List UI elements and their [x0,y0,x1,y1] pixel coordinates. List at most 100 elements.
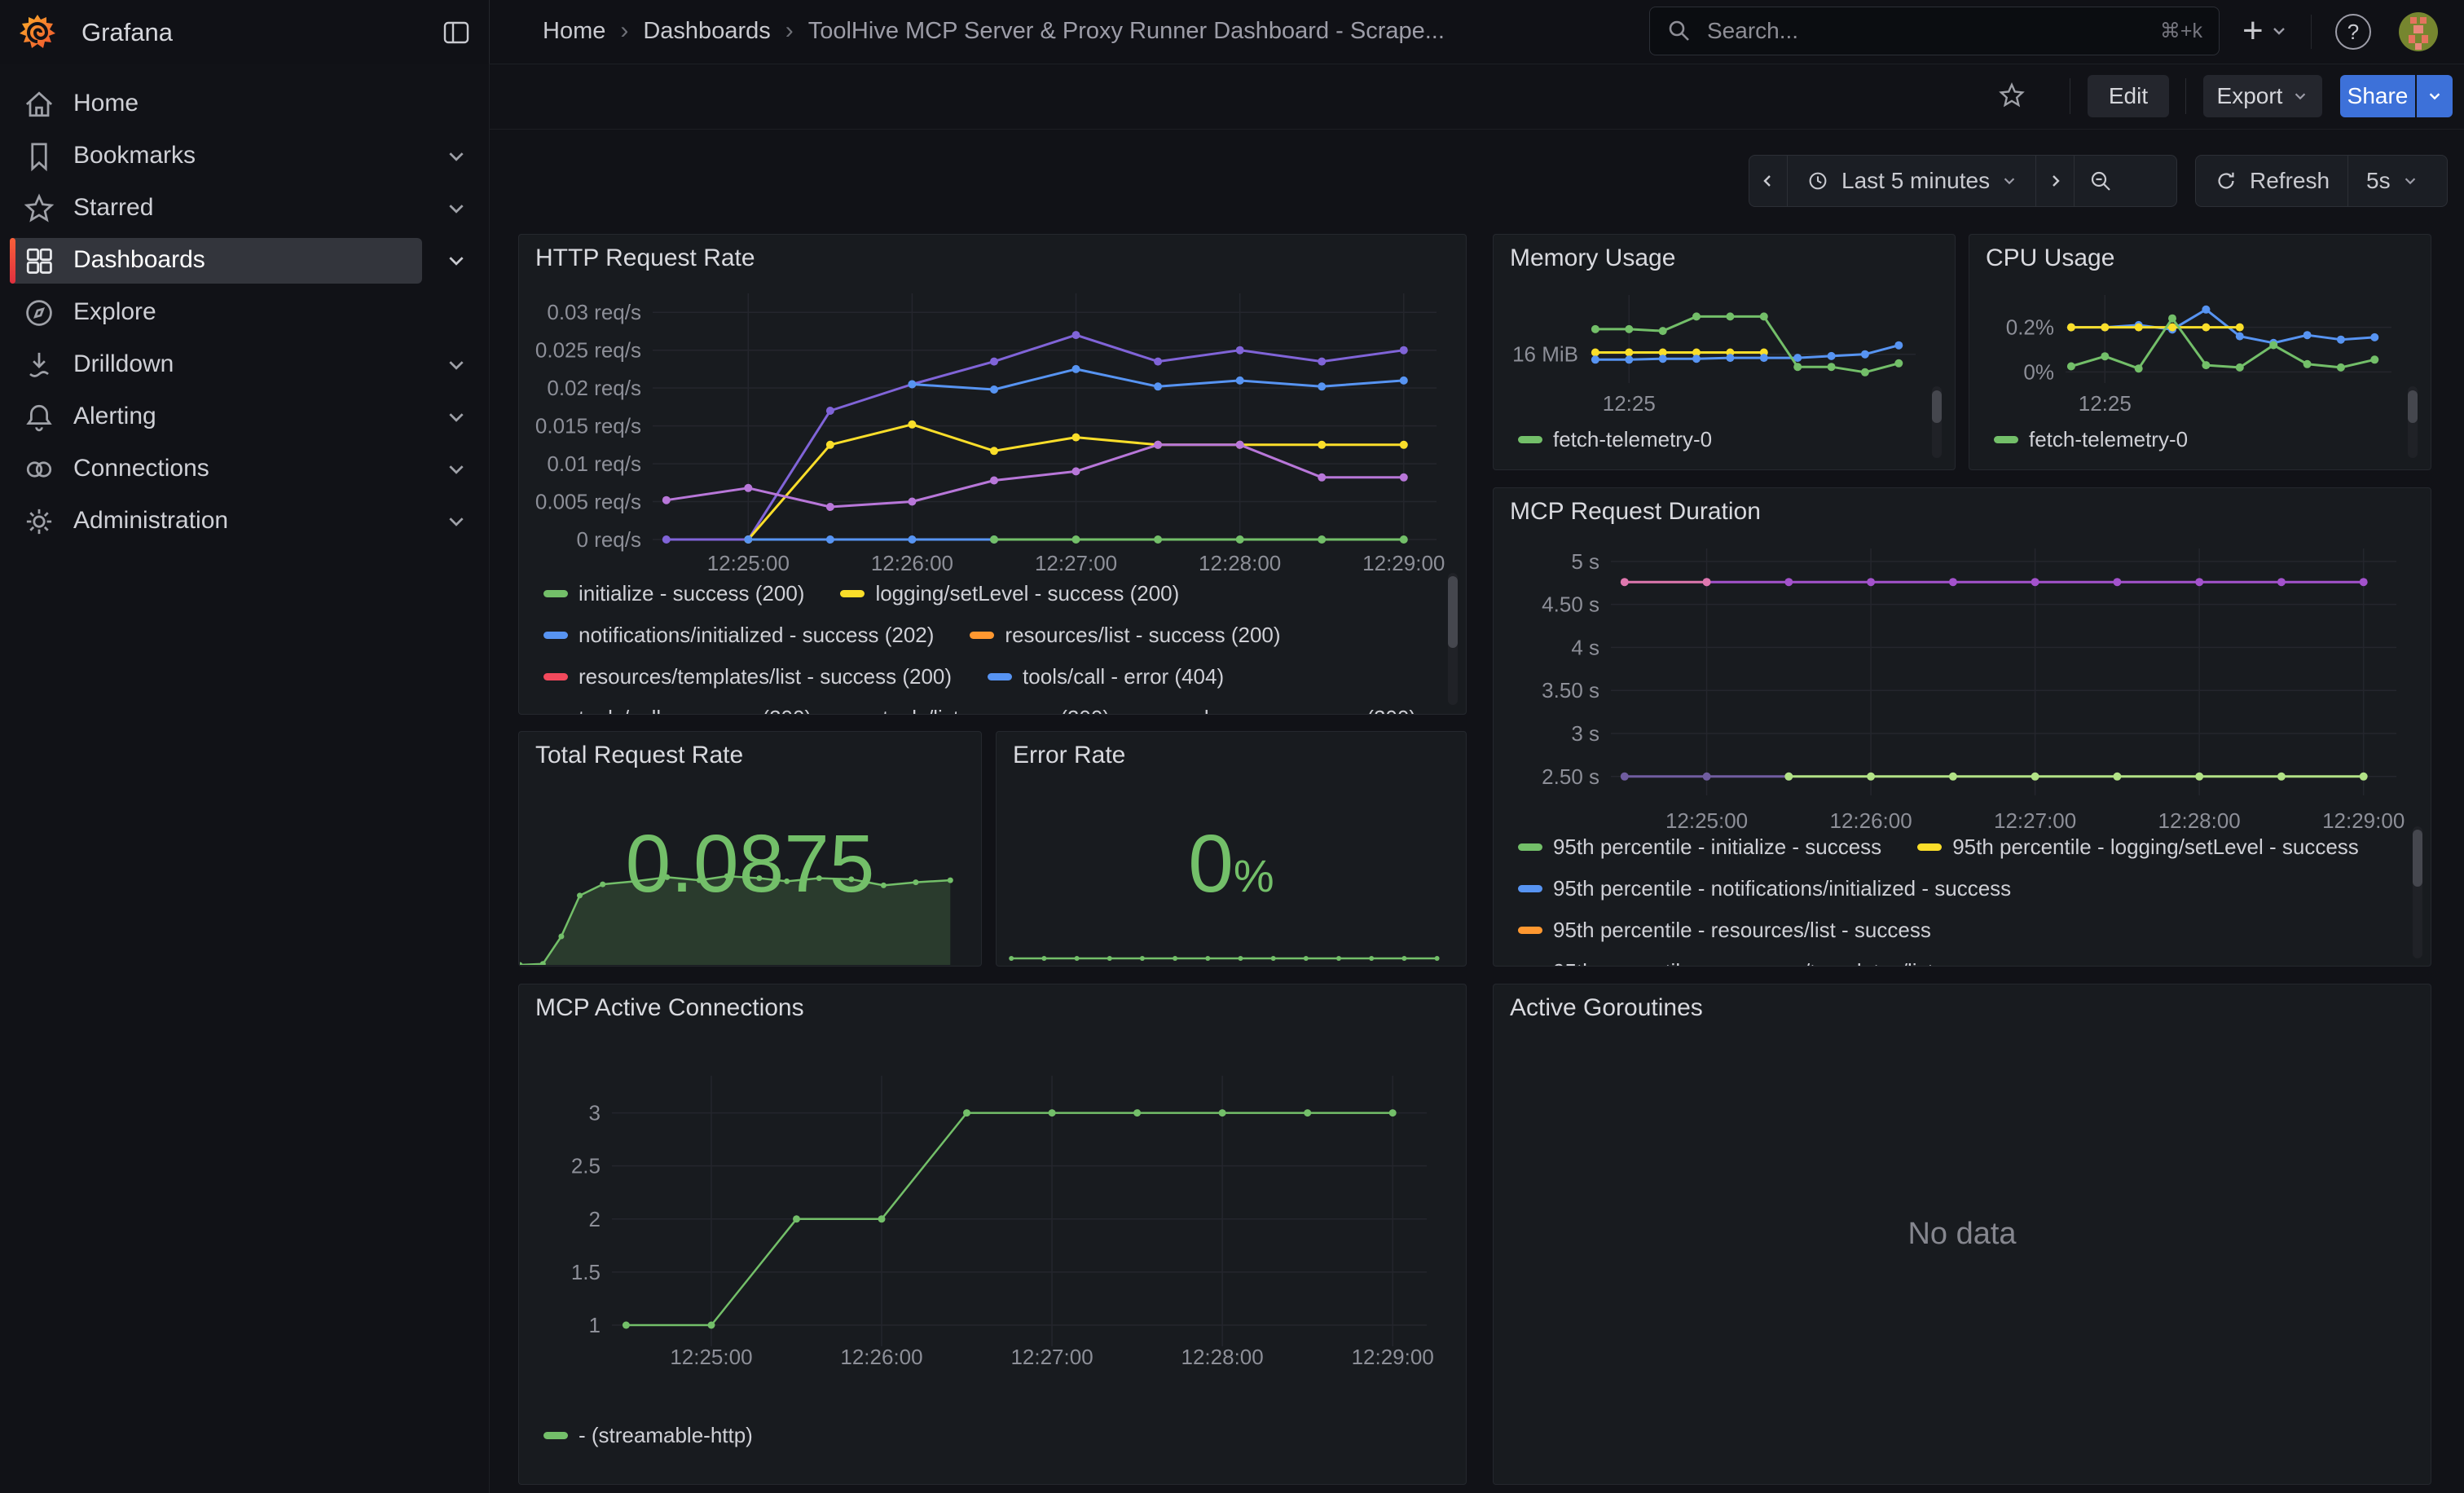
plus-icon: + [2242,8,2264,54]
panel-title[interactable]: MCP Request Duration [1510,498,1761,526]
refresh-label: Refresh [2250,168,2330,194]
sidebar-item-explore[interactable]: Explore [0,290,489,336]
legend-item[interactable]: 95th percentile - notifications/initiali… [1518,876,2011,901]
legend-item[interactable]: resources/templates/list - success (200) [543,664,952,689]
http-request-rate-chart[interactable]: 0 req/s0.005 req/s0.01 req/s0.015 req/s0… [530,282,1456,575]
svg-text:0.01 req/s: 0.01 req/s [547,451,641,476]
svg-text:0.03 req/s: 0.03 req/s [547,300,641,324]
star-icon[interactable] [1996,80,2027,111]
help-icon[interactable]: ? [2335,14,2371,50]
legend-scrollbar[interactable] [1932,386,1942,458]
refresh-interval-label: 5s [2366,168,2391,194]
chevron-down-icon[interactable] [445,197,468,220]
legend-item[interactable]: unknown - success (200) [1146,706,1416,715]
no-data-message: No data [1494,984,2431,1484]
time-forward-button[interactable] [2036,156,2074,206]
panel-title[interactable]: Memory Usage [1510,244,1675,272]
legend-series-color [1518,927,1542,934]
mcp-request-duration-chart[interactable]: 2.50 s3 s3.50 s4 s4.50 s5 s12:25:0012:26… [1505,535,2421,833]
legend-item[interactable]: notifications/initialized - success (202… [543,623,934,648]
legend-series-color [1994,436,2018,443]
svg-text:4.50 s: 4.50 s [1542,592,1599,617]
legend-scrollbar[interactable] [2413,826,2422,958]
memory-usage-chart[interactable]: 16 MiB12:25 [1502,285,1948,416]
panel-http-request-rate: HTTP Request Rate 0 req/s0.005 req/s0.01… [518,234,1467,715]
sidebar-item-drilldown[interactable]: Drilldown [0,342,489,388]
svg-text:12:27:00: 12:27:00 [1994,808,2076,833]
mcp-active-connections-chart[interactable]: 11.522.5312:25:0012:26:0012:27:0012:28:0… [530,1027,1456,1369]
legend-item[interactable]: 95th percentile - resources/templates/li… [1518,959,2029,967]
sidebar-item-dashboards[interactable]: Dashboards [0,238,489,284]
sidebar-item-starred[interactable]: Starred [0,186,489,231]
sidebar-item-alerting[interactable]: Alerting [0,394,489,440]
panel-title[interactable]: CPU Usage [1986,244,2114,272]
legend-item[interactable]: - (streamable-http) [543,1423,753,1448]
sidebar: Home Bookmarks Starred Dashboards Explor… [0,64,490,1493]
legend-scrollbar[interactable] [1448,573,1458,705]
svg-text:12:25:00: 12:25:00 [1665,808,1748,833]
legend-item[interactable]: tools/call - success (200) [543,706,812,715]
export-button[interactable]: Export [2203,75,2322,117]
legend-item[interactable]: fetch-telemetry-0 [1994,427,2188,452]
zoom-out-button[interactable] [2075,156,2127,206]
search-input[interactable] [1705,17,2160,45]
time-range-group: Last 5 minutes [1749,155,2177,207]
legend-item[interactable]: fetch-telemetry-0 [1518,427,1712,452]
edit-button[interactable]: Edit [2088,75,2169,117]
breadcrumb-dashboards[interactable]: Dashboards [643,18,770,45]
error-rate-sparkline[interactable] [997,916,1465,965]
home-icon [21,86,57,122]
sidebar-item-connections[interactable]: Connections [0,447,489,492]
refresh-interval-dropdown[interactable]: 5s [2348,156,2436,206]
sidebar-item-home[interactable]: Home [0,81,489,127]
legend-item[interactable]: initialize - success (200) [543,581,804,606]
chevron-down-icon[interactable] [445,510,468,533]
zoom-out-icon [2088,168,2114,194]
panel-title[interactable]: MCP Active Connections [535,994,804,1022]
breadcrumb-home[interactable]: Home [543,18,605,45]
breadcrumb-current: ToolHive MCP Server & Proxy Runner Dashb… [808,18,1445,45]
legend-item[interactable]: tools/list - success (200) [847,706,1110,715]
sidebar-item-administration[interactable]: Administration [0,499,489,544]
svg-text:0.015 req/s: 0.015 req/s [535,414,641,438]
svg-text:2.5: 2.5 [571,1154,601,1178]
legend-series-color [543,632,568,639]
chevron-down-icon[interactable] [445,354,468,377]
svg-text:12:28:00: 12:28:00 [2158,808,2241,833]
share-button[interactable]: Share [2340,75,2415,117]
svg-text:3.50 s: 3.50 s [1542,678,1599,702]
sidebar-toggle-icon[interactable] [442,20,470,46]
new-button[interactable]: + [2242,8,2288,54]
legend-item[interactable]: 95th percentile - resources/list - succe… [1518,918,1931,943]
refresh-button[interactable]: Refresh [2196,156,2347,206]
cpu-usage-chart[interactable]: 0%0.2%12:25 [1978,285,2424,416]
legend-item[interactable]: tools/call - error (404) [988,664,1224,689]
legend-item[interactable]: 95th percentile - initialize - success [1518,835,1881,860]
svg-text:12:27:00: 12:27:00 [1035,551,1117,575]
grafana-logo-icon[interactable] [18,12,57,51]
connections-legend: - (streamable-http) [543,1423,753,1464]
chevron-down-icon[interactable] [445,458,468,481]
time-back-button[interactable] [1749,156,1787,206]
legend-item[interactable]: logging/setLevel - success (200) [840,581,1179,606]
search-box[interactable]: ⌘+k [1649,7,2220,55]
avatar[interactable] [2399,12,2438,51]
panel-title[interactable]: Total Request Rate [535,742,743,769]
legend-item[interactable]: resources/list - success (200) [970,623,1280,648]
chevron-down-icon[interactable] [445,406,468,429]
sidebar-item-bookmarks[interactable]: Bookmarks [0,134,489,179]
panel-title[interactable]: Error Rate [1013,742,1125,769]
share-dropdown-button[interactable] [2417,75,2453,117]
legend-item[interactable]: 95th percentile - logging/setLevel - suc… [1917,835,2359,860]
svg-text:2.50 s: 2.50 s [1542,764,1599,789]
time-range-picker[interactable]: Last 5 minutes [1788,156,2035,206]
chevron-down-icon[interactable] [445,145,468,168]
refresh-icon [2214,169,2238,193]
panel-title[interactable]: HTTP Request Rate [535,244,755,272]
svg-text:0 req/s: 0 req/s [577,527,642,552]
svg-text:12:29:00: 12:29:00 [2322,808,2405,833]
panel-active-goroutines: Active Goroutines No data [1493,984,2431,1485]
legend-scrollbar[interactable] [2408,386,2418,458]
chevron-down-icon[interactable] [445,249,468,272]
panel-mcp-request-duration: MCP Request Duration 2.50 s3 s3.50 s4 s4… [1493,487,2431,967]
